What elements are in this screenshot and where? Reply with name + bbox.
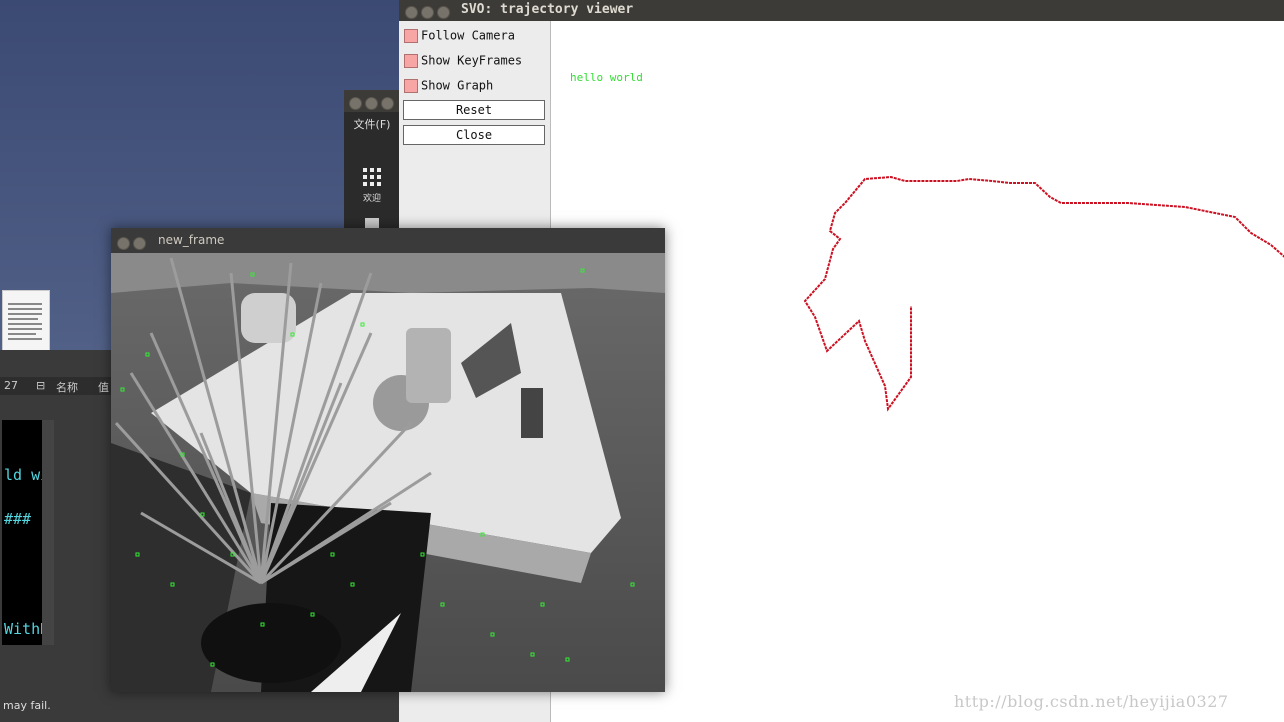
camera-frame-image[interactable] <box>111 253 665 692</box>
checkbox-icon[interactable] <box>404 53 418 68</box>
reset-button[interactable]: Reset <box>403 100 545 120</box>
image-window: new_frame <box>111 228 665 692</box>
outline-icon[interactable]: ⊟ <box>36 379 45 392</box>
minimize-icon[interactable] <box>365 97 378 110</box>
trajectory-viewer-titlebar: SVO: trajectory viewer <box>399 0 1284 21</box>
show-graph-checkbox[interactable]: Show Graph <box>404 78 493 96</box>
close-icon[interactable] <box>405 6 418 19</box>
window-title: new_frame <box>158 233 225 247</box>
terminal-output[interactable]: ld wit ### WithD <box>2 420 42 645</box>
maximize-icon[interactable] <box>381 97 394 110</box>
close-icon[interactable] <box>349 97 362 110</box>
trajectory-path <box>803 175 1284 412</box>
window-title: SVO: trajectory viewer <box>461 2 634 17</box>
line-number: 27 <box>4 379 18 392</box>
column-value[interactable]: 值 <box>98 379 109 395</box>
image-window-titlebar: new_frame <box>111 228 665 253</box>
welcome-label[interactable]: 欢迎 <box>344 191 400 204</box>
checkbox-label: Show KeyFrames <box>421 53 523 68</box>
file-manager-titlebar <box>344 90 400 112</box>
terminal-line: WithD <box>4 620 42 638</box>
checkbox-label: Show Graph <box>421 78 494 93</box>
checkbox-icon[interactable] <box>404 28 418 43</box>
follow-camera-checkbox[interactable]: Follow Camera <box>404 28 515 46</box>
checkbox-label: Follow Camera <box>421 28 515 43</box>
file-manager-window: 文件(F) 欢迎 <box>344 90 400 235</box>
apps-grid-icon[interactable] <box>363 168 381 186</box>
show-keyframes-checkbox[interactable]: Show KeyFrames <box>404 53 522 71</box>
scrollbar[interactable] <box>42 420 54 645</box>
maximize-icon[interactable] <box>437 6 450 19</box>
close-icon[interactable] <box>117 237 130 250</box>
minimize-icon[interactable] <box>421 6 434 19</box>
document-thumbnail[interactable] <box>2 290 50 352</box>
terminal-line: ld wit <box>4 466 42 484</box>
file-menu[interactable]: 文件(F) <box>344 116 400 132</box>
minimize-icon[interactable] <box>133 237 146 250</box>
column-name[interactable]: 名称 <box>56 379 78 395</box>
status-text: may fail. <box>3 699 51 712</box>
checkbox-icon[interactable] <box>404 78 418 93</box>
terminal-line: ### <box>4 510 32 528</box>
close-button[interactable]: Close <box>403 125 545 145</box>
watermark: http://blog.csdn.net/heyijia0327 <box>954 692 1229 711</box>
